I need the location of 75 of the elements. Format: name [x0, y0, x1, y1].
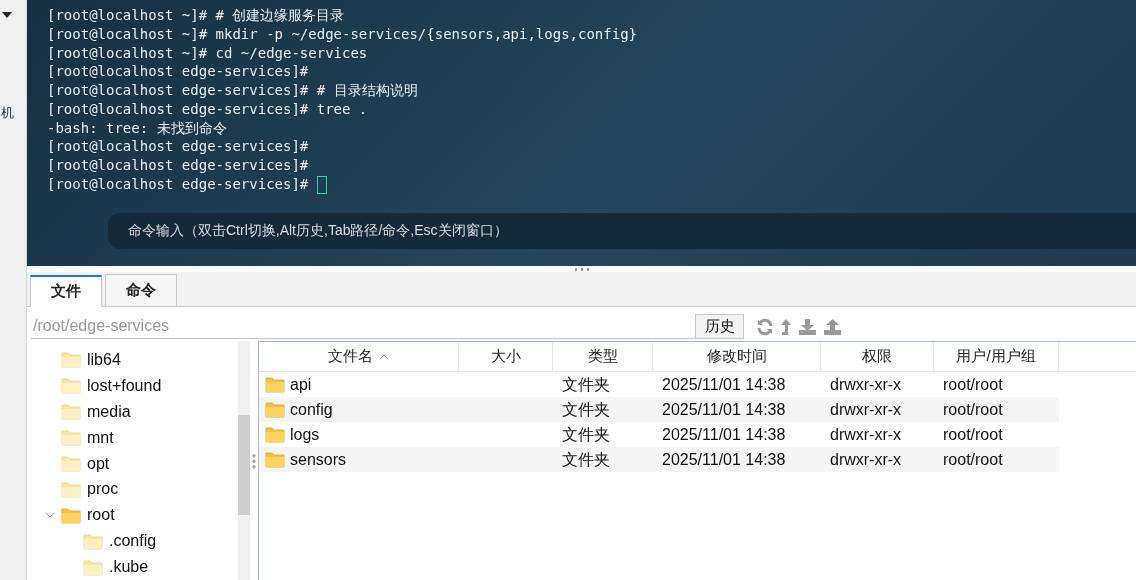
table-cell-text: root/root [943, 374, 1003, 395]
table-cell-text: 文件夹 [562, 449, 610, 470]
history-button[interactable]: 历史 [695, 314, 744, 339]
folder-icon [83, 558, 103, 576]
folder-icon [61, 429, 81, 447]
tree-item[interactable]: opt [87, 451, 110, 476]
table-cell-text: root/root [943, 399, 1003, 420]
caret-icon[interactable] [2, 12, 12, 18]
terminal-line: [root@localhost ~]# cd ~/edge-services [47, 43, 368, 63]
table-cell-text: drwxr-xr-x [830, 399, 902, 420]
tree-item[interactable]: lib64 [87, 347, 121, 372]
folder-icon [265, 376, 285, 393]
folder-icon [265, 451, 285, 468]
table-cell-text: root/root [943, 449, 1003, 470]
column-header[interactable]: 权限 [821, 342, 934, 371]
folder-icon [83, 532, 103, 550]
column-header[interactable]: 用户/用户组 [934, 342, 1059, 371]
terminal-line: [root@localhost edge-services]# # 目录结构说明 [47, 81, 418, 101]
side-label: 机 [1, 104, 14, 122]
table-cell-text: config [290, 399, 333, 420]
table-cell-text: drwxr-xr-x [830, 449, 902, 470]
terminal[interactable] [27, 0, 1136, 266]
tree-item[interactable]: lost+found [87, 373, 162, 398]
terminal-line: [root@localhost edge-services]# [47, 137, 309, 157]
tree-item[interactable]: mnt [87, 425, 114, 450]
table-cell-text: 文件夹 [562, 424, 610, 445]
folder-icon [61, 351, 81, 369]
table-cell-text: 2025/11/01 14:38 [662, 449, 786, 470]
terminal-line: [root@localhost ~]# # 创建边缘服务目录 [47, 5, 345, 25]
sort-icon [379, 353, 389, 360]
column-header[interactable]: 文件名 [259, 342, 459, 371]
refresh-icon[interactable] [756, 317, 774, 336]
folder-icon [61, 480, 81, 498]
download-icon[interactable] [798, 317, 817, 336]
table-cell-text: drwxr-xr-x [830, 424, 902, 445]
table-cell-text: drwxr-xr-x [830, 374, 902, 395]
table-cell-text: 2025/11/01 14:38 [662, 399, 786, 420]
command-hint: 命令输入（双击Ctrl切换,Alt历史,Tab路径/命令,Esc关闭窗口） [128, 221, 508, 241]
terminal-line: [root@localhost ~]# mkdir -p ~/edge-services/{sensors,api,logs,config} [47, 24, 637, 44]
table-cell-text: 文件夹 [562, 399, 610, 420]
table-cell-text: 2025/11/01 14:38 [662, 424, 786, 445]
tab[interactable]: 命令 [105, 274, 177, 306]
terminal-line: [root@localhost edge-services]# [47, 62, 309, 82]
table-cell-text: sensors [290, 449, 347, 470]
splitter-handle[interactable] [252, 452, 256, 469]
tab[interactable]: 文件 [30, 275, 102, 307]
folder-icon [61, 455, 81, 472]
column-header[interactable]: 修改时间 [653, 342, 821, 371]
command-input-bar[interactable]: 命令输入（双击Ctrl切换,Alt历史,Tab路径/命令,Esc关闭窗口） [108, 212, 1136, 249]
column-header[interactable]: 类型 [553, 342, 653, 371]
table-cell-text: root/root [943, 424, 1003, 445]
terminal-line: [root@localhost edge-services]# tree . [47, 99, 368, 119]
tree-item[interactable]: .kube [109, 555, 149, 580]
folder-icon [61, 377, 81, 395]
upload-icon[interactable] [823, 317, 842, 336]
tree-item[interactable]: .config [109, 529, 157, 554]
chevron-icon[interactable] [45, 512, 55, 519]
column-header[interactable]: 大小 [459, 342, 553, 371]
terminal-line: -bash: tree: 未找到命令 [47, 118, 227, 138]
table-cell-text: 文件夹 [562, 374, 610, 395]
table-cell-text: logs [290, 424, 320, 445]
tree-item[interactable]: root [87, 503, 115, 528]
scrollbar-thumb[interactable] [238, 415, 250, 515]
folder-icon [265, 401, 285, 418]
splitter-handle[interactable] [573, 267, 590, 271]
terminal-line: [root@localhost edge-services]# [47, 156, 309, 176]
table-cell-text: api [290, 374, 312, 395]
folder-icon [265, 426, 285, 443]
table-cell-text: 2025/11/01 14:38 [662, 374, 786, 395]
up-arrow-icon[interactable] [780, 317, 792, 336]
folder-icon [61, 403, 81, 421]
tree-item[interactable]: media [87, 399, 131, 424]
folder-icon [61, 506, 81, 524]
terminal-line: [root@localhost edge-services]# [47, 175, 309, 195]
tree-item[interactable]: proc [87, 477, 119, 502]
